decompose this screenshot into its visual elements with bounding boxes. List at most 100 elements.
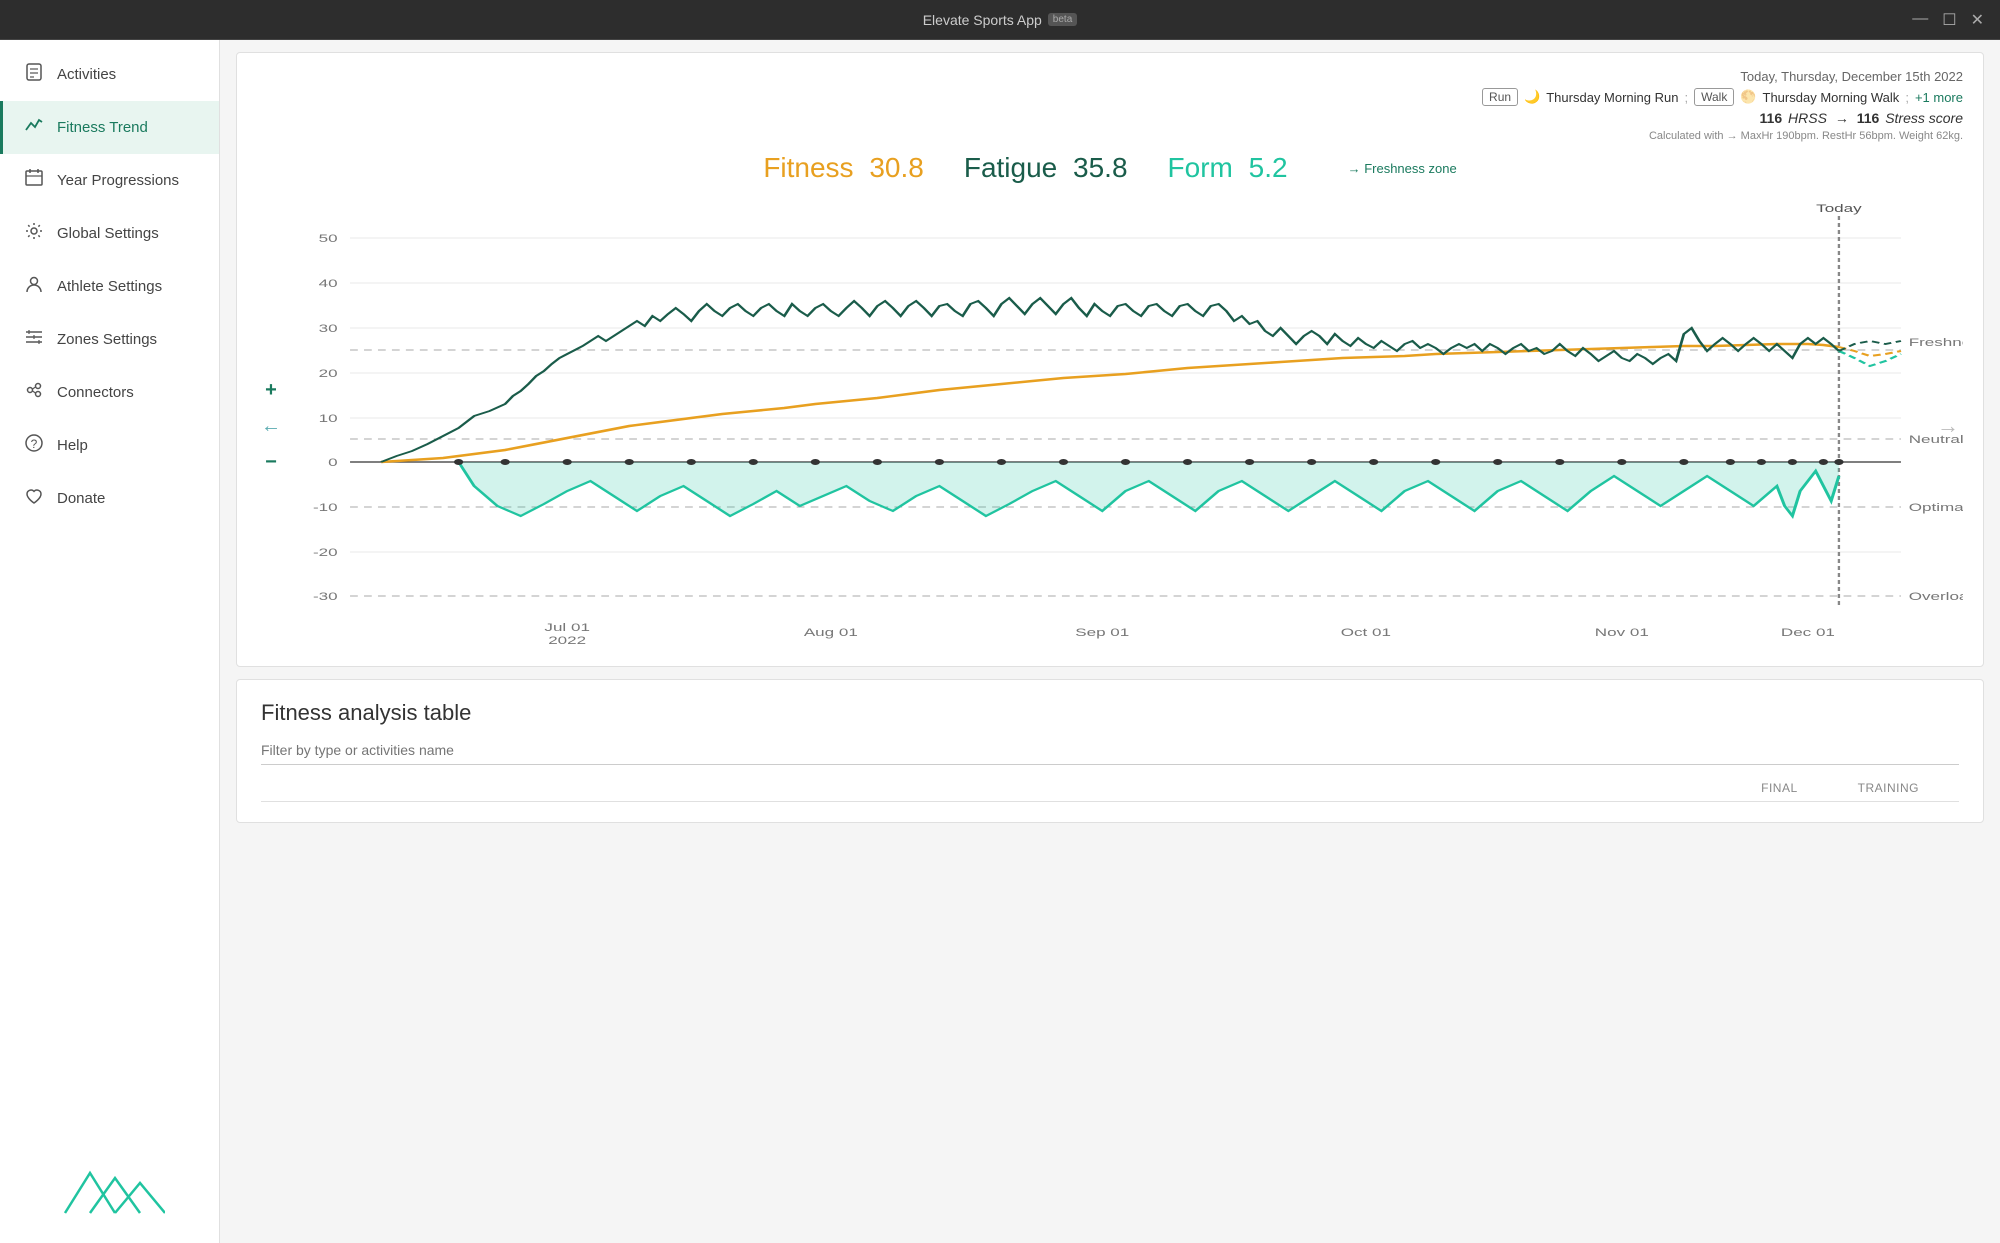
- athlete-settings-icon: [23, 274, 45, 299]
- fitness-metric: Fitness 30.8: [763, 152, 924, 184]
- hrss-arrow: →: [1835, 110, 1849, 126]
- svg-text:40: 40: [319, 278, 338, 290]
- zones-settings-label: Zones Settings: [57, 331, 157, 348]
- run-emoji: 🌙: [1524, 89, 1540, 105]
- more-activities[interactable]: +1 more: [1915, 90, 1963, 105]
- fitness-label: Fitness: [763, 152, 853, 183]
- donate-label: Donate: [57, 490, 105, 507]
- analysis-title: Fitness analysis table: [261, 700, 1959, 726]
- fitness-trend-label: Fitness Trend: [57, 119, 148, 136]
- help-icon: ?: [23, 433, 45, 458]
- athlete-settings-label: Athlete Settings: [57, 278, 162, 295]
- svg-text:Dec 01: Dec 01: [1781, 627, 1835, 639]
- svg-text:Sep 01: Sep 01: [1075, 627, 1129, 639]
- run-badge: Run: [1482, 88, 1518, 106]
- run-activity: Thursday Morning Run: [1546, 90, 1678, 105]
- hrss-value1: 116: [1760, 110, 1783, 126]
- fitness-chart-svg: Jul 01 2022 Aug 01 Sep 01 Oct 01 Nov 01 …: [257, 196, 1963, 656]
- fatigue-metric: Fatigue 35.8: [964, 152, 1128, 184]
- svg-text:-20: -20: [313, 547, 338, 559]
- svg-text:Overload: Overload: [1909, 591, 1963, 603]
- chart-date: Today, Thursday, December 15th 2022: [257, 69, 1963, 84]
- form-value: 5.2: [1249, 152, 1288, 183]
- activities-label: Activities: [57, 66, 116, 83]
- form-label: Form: [1168, 152, 1233, 183]
- walk-badge: Walk: [1694, 88, 1734, 106]
- svg-text:-30: -30: [313, 591, 338, 603]
- column-final: Final: [1761, 781, 1798, 795]
- svg-text:Today: Today: [1816, 203, 1862, 215]
- sidebar-item-zones-settings[interactable]: Zones Settings: [0, 313, 219, 366]
- sidebar-item-global-settings[interactable]: Global Settings: [0, 207, 219, 260]
- svg-text:0: 0: [328, 457, 338, 469]
- calc-row: Calculated with → MaxHr 190bpm. RestHr 5…: [257, 130, 1963, 142]
- donate-icon: [23, 486, 45, 511]
- stress-label: Stress score: [1885, 110, 1963, 126]
- sidebar-item-year-progressions[interactable]: Year Progressions: [0, 154, 219, 207]
- sidebar-logo: [0, 1133, 219, 1243]
- app-badge: beta: [1048, 13, 1077, 26]
- table-header: Final Training: [261, 781, 1959, 802]
- hrss-label: HRSS: [1788, 110, 1827, 126]
- main-content: Today, Thursday, December 15th 2022 Run …: [220, 40, 2000, 1243]
- connectors-label: Connectors: [57, 384, 134, 401]
- fitness-value: 30.8: [869, 152, 924, 183]
- minimize-button[interactable]: —: [1912, 10, 1928, 30]
- sidebar-item-fitness-trend[interactable]: Fitness Trend: [0, 101, 219, 154]
- svg-text:Freshness: Freshness: [1909, 337, 1963, 349]
- help-label: Help: [57, 437, 88, 454]
- svg-text:Oct 01: Oct 01: [1341, 627, 1391, 639]
- activity-badges: Run 🌙 Thursday Morning Run ; Walk 🌕 Thur…: [257, 88, 1963, 106]
- logo-svg: [55, 1153, 165, 1223]
- walk-activity: Thursday Morning Walk: [1763, 90, 1900, 105]
- sidebar-item-activities[interactable]: Activities: [0, 48, 219, 101]
- zoom-in-button[interactable]: +: [257, 376, 285, 404]
- hrss-row: 116 HRSS → 116 Stress score: [257, 110, 1963, 126]
- form-metric: Form 5.2: [1168, 152, 1288, 184]
- pan-left-button[interactable]: ←: [257, 412, 285, 440]
- chart-controls: + ← −: [257, 376, 285, 476]
- sidebar-item-athlete-settings[interactable]: Athlete Settings: [0, 260, 219, 313]
- fatigue-label: Fatigue: [964, 152, 1057, 183]
- svg-text:Nov 01: Nov 01: [1595, 627, 1649, 639]
- chart-card: Today, Thursday, December 15th 2022 Run …: [236, 52, 1984, 667]
- svg-text:2022: 2022: [548, 635, 586, 647]
- hrss-value2: 116: [1857, 110, 1880, 126]
- svg-text:-10: -10: [313, 502, 338, 514]
- app-title: Elevate Sports App: [923, 12, 1042, 28]
- activities-icon: [23, 62, 45, 87]
- sidebar-item-donate[interactable]: Donate: [0, 472, 219, 525]
- sidebar-item-help[interactable]: ? Help: [0, 419, 219, 472]
- svg-text:Optimal: Optimal: [1909, 502, 1963, 514]
- fatigue-value: 35.8: [1073, 152, 1128, 183]
- metrics-row: Fitness 30.8 Fatigue 35.8 Form 5.2 → Fre…: [257, 152, 1963, 184]
- global-settings-label: Global Settings: [57, 225, 159, 242]
- filter-input[interactable]: [261, 742, 861, 758]
- svg-text:30: 30: [319, 323, 338, 335]
- svg-text:20: 20: [319, 368, 338, 380]
- chart-area: + ← −: [257, 196, 1963, 656]
- maximize-button[interactable]: ☐: [1942, 10, 1956, 30]
- svg-text:50: 50: [319, 233, 338, 245]
- walk-emoji: 🌕: [1740, 89, 1756, 105]
- zoom-out-button[interactable]: −: [257, 448, 285, 476]
- sidebar: Activities Fitness Trend Year Progressio…: [0, 40, 220, 1243]
- fitness-trend-icon: [23, 115, 45, 140]
- year-progressions-icon: [23, 168, 45, 193]
- filter-input-wrap: [261, 742, 1959, 765]
- year-progressions-label: Year Progressions: [57, 172, 179, 189]
- analysis-card: Fitness analysis table Final Training: [236, 679, 1984, 823]
- zones-settings-icon: [23, 327, 45, 352]
- close-button[interactable]: ✕: [1971, 10, 1984, 30]
- global-settings-icon: [23, 221, 45, 246]
- window-controls: — ☐ ✕: [1912, 10, 1984, 30]
- sidebar-item-connectors[interactable]: Connectors: [0, 366, 219, 419]
- svg-text:10: 10: [319, 413, 338, 425]
- svg-text:?: ?: [31, 437, 38, 451]
- freshness-zone-link[interactable]: → Freshness zone: [1348, 161, 1457, 176]
- column-training: Training: [1858, 781, 1919, 795]
- svg-text:Aug 01: Aug 01: [804, 627, 858, 639]
- svg-text:Jul 01: Jul 01: [544, 622, 590, 634]
- titlebar: Elevate Sports App beta — ☐ ✕: [0, 0, 2000, 40]
- chart-right-arrow[interactable]: →: [1937, 413, 1959, 439]
